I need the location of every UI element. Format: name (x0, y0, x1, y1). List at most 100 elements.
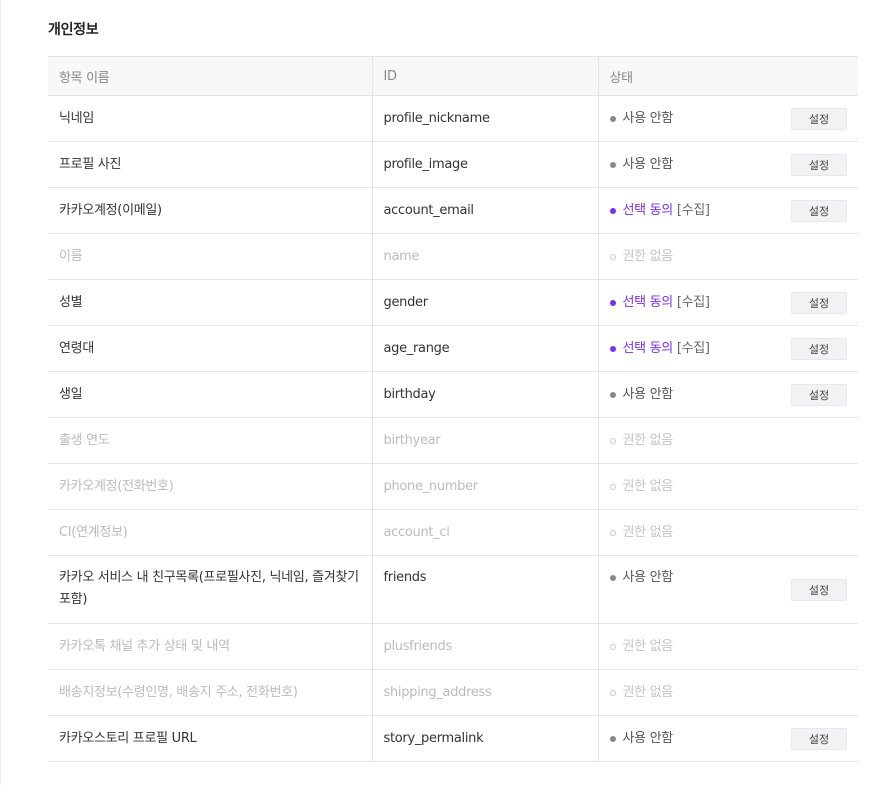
table-row: 카카오계정(전화번호) phone_number 권한 없음 (48, 463, 859, 510)
item-name-cell: 출생 연도 (48, 417, 372, 464)
unused-dot-icon (609, 391, 616, 398)
status-container: 권한 없음 (609, 624, 859, 669)
no-permission-dot-icon (609, 529, 616, 536)
status-text: 권한 없음 (622, 430, 674, 452)
section-title: 개인정보 (48, 22, 99, 38)
item-id-cell: phone_number (371, 463, 598, 510)
status-text: 선택 동의 [수집] (622, 338, 711, 360)
status-label: 사용 안함 (622, 156, 674, 172)
item-id-cell: birthday (371, 371, 598, 418)
settings-button[interactable]: 설정 (791, 291, 847, 314)
status-cell: 권한 없음 (597, 233, 858, 280)
settings-button[interactable]: 설정 (791, 579, 847, 601)
status-cell: 선택 동의 [수집] 설정 (597, 187, 858, 234)
status-suffix: [수집] (676, 202, 710, 218)
table-row: 이름 name 권한 없음 (48, 233, 858, 280)
status-label: 권한 없음 (622, 432, 674, 448)
status-container: 사용 안함 설정 (609, 716, 859, 761)
unused-dot-icon (609, 735, 616, 742)
column-header-name: 항목 이름 (48, 56, 372, 96)
table-body: 닉네임 profile_nickname 사용 안함 설정 프로필 사진 profile_… (48, 95, 859, 762)
status-cell: 권한 없음 (597, 509, 859, 556)
no-permission-dot-icon (609, 253, 616, 260)
column-header-status: 상태 (597, 56, 858, 96)
table-row: CI(연계정보) account_ci 권한 없음 (48, 509, 859, 556)
status-label: 선택 동의 (622, 294, 674, 310)
item-name-cell: 카카오 서비스 내 친구목록(프로필사진, 닉네임, 즐겨찾기 포함) (48, 555, 372, 624)
settings-button[interactable]: 설정 (791, 153, 847, 176)
table-row: 닉네임 profile_nickname 사용 안함 설정 (48, 95, 859, 142)
status-label: 사용 안함 (622, 110, 674, 126)
table-row: 프로필 사진 profile_image 사용 안함 설정 (48, 141, 859, 188)
status-container: 선택 동의 [수집] 설정 (609, 280, 859, 325)
status-text: 권한 없음 (622, 476, 674, 498)
status-cell: 권한 없음 (597, 463, 859, 510)
item-id-cell: profile_nickname (371, 95, 598, 142)
item-id-cell: friends (371, 555, 598, 624)
status-container: 권한 없음 (609, 464, 859, 509)
status-label: 권한 없음 (622, 248, 674, 264)
item-id-cell: account_ci (371, 509, 598, 556)
status-suffix: [수집] (676, 340, 710, 356)
status-label: 권한 없음 (622, 524, 674, 540)
settings-button[interactable]: 설정 (791, 337, 847, 360)
item-name-cell: 닉네임 (48, 95, 372, 142)
consent-dot-icon (609, 299, 616, 306)
consent-dot-icon (609, 345, 616, 352)
table-row: 배송지정보(수령인명, 배송지 주소, 전화번호) shipping_addres… (48, 669, 858, 716)
status-label: 사용 안함 (622, 570, 674, 585)
table-header-row: 항목 이름 ID 상태 (48, 56, 858, 96)
item-id-cell: shipping_address (371, 669, 598, 716)
status-container: 권한 없음 (609, 510, 859, 555)
status-cell: 사용 안함설정 (597, 555, 858, 624)
status-cell: 사용 안함 설정 (597, 141, 859, 188)
status-container: 사용 안함 설정 (609, 372, 859, 417)
status-text: 사용 안함 (622, 384, 674, 406)
item-id-cell: account_email (371, 187, 598, 234)
table-row: 생일 birthday 사용 안함 설정 (48, 371, 859, 418)
status-container: 권한 없음 (609, 418, 859, 463)
status-text: 선택 동의 [수집] (622, 200, 711, 222)
item-id-cell: story_permalink (371, 715, 598, 762)
item-name-cell: 성별 (48, 279, 372, 326)
status-label: 권한 없음 (622, 638, 674, 654)
status-cell: 선택 동의 [수집] 설정 (597, 279, 859, 326)
status-cell: 선택 동의 [수집] 설정 (597, 325, 859, 372)
column-header-id: ID (371, 56, 598, 96)
status-text: 선택 동의 [수집] (622, 292, 711, 314)
item-id-cell: name (371, 233, 598, 280)
item-name-cell: 카카오계정(전화번호) (48, 463, 372, 510)
status-label: 권한 없음 (622, 478, 674, 494)
status-text: 사용 안함 (622, 108, 674, 130)
status-text: 권한 없음 (622, 636, 674, 658)
settings-button[interactable]: 설정 (791, 107, 847, 130)
item-id-cell: plusfriends (371, 623, 598, 670)
item-name-cell: 생일 (48, 371, 372, 418)
status-label: 사용 안함 (622, 386, 674, 402)
item-name-cell: 카카오톡 채널 추가 상태 및 내역 (48, 623, 372, 670)
settings-button[interactable]: 설정 (791, 383, 847, 406)
item-name-cell: 배송지정보(수령인명, 배송지 주소, 전화번호) (48, 669, 372, 716)
status-container: 사용 안함 설정 (609, 142, 859, 187)
status-label: 선택 동의 (622, 202, 674, 218)
item-name-cell: 카카오계정(이메일) (48, 187, 372, 234)
table-row: 카카오계정(이메일) account_email 선택 동의 [수집] 설정 (48, 187, 858, 234)
settings-button[interactable]: 설정 (791, 727, 847, 750)
table-row: 카카오톡 채널 추가 상태 및 내역 plusfriends 권한 없음 (48, 623, 859, 670)
no-permission-dot-icon (609, 643, 616, 650)
consent-dot-icon (609, 207, 616, 214)
unused-dot-icon (609, 161, 616, 168)
settings-button[interactable]: 설정 (791, 199, 847, 222)
item-name-cell: 이름 (48, 233, 372, 280)
item-name-cell: CI(연계정보) (48, 509, 372, 556)
status-container: 선택 동의 [수집] 설정 (609, 326, 859, 371)
status-suffix: [수집] (676, 294, 710, 310)
status-container: 사용 안함 설정 (609, 96, 859, 141)
table-row: 연령대 age_range 선택 동의 [수집] 설정 (48, 325, 859, 372)
item-name-cell: 연령대 (48, 325, 372, 372)
status-label: 선택 동의 (622, 340, 674, 356)
item-id-cell: age_range (371, 325, 598, 372)
status-text: 권한 없음 (622, 246, 674, 268)
status-text: 권한 없음 (622, 522, 674, 544)
status-cell: 사용 안함 설정 (597, 95, 859, 142)
